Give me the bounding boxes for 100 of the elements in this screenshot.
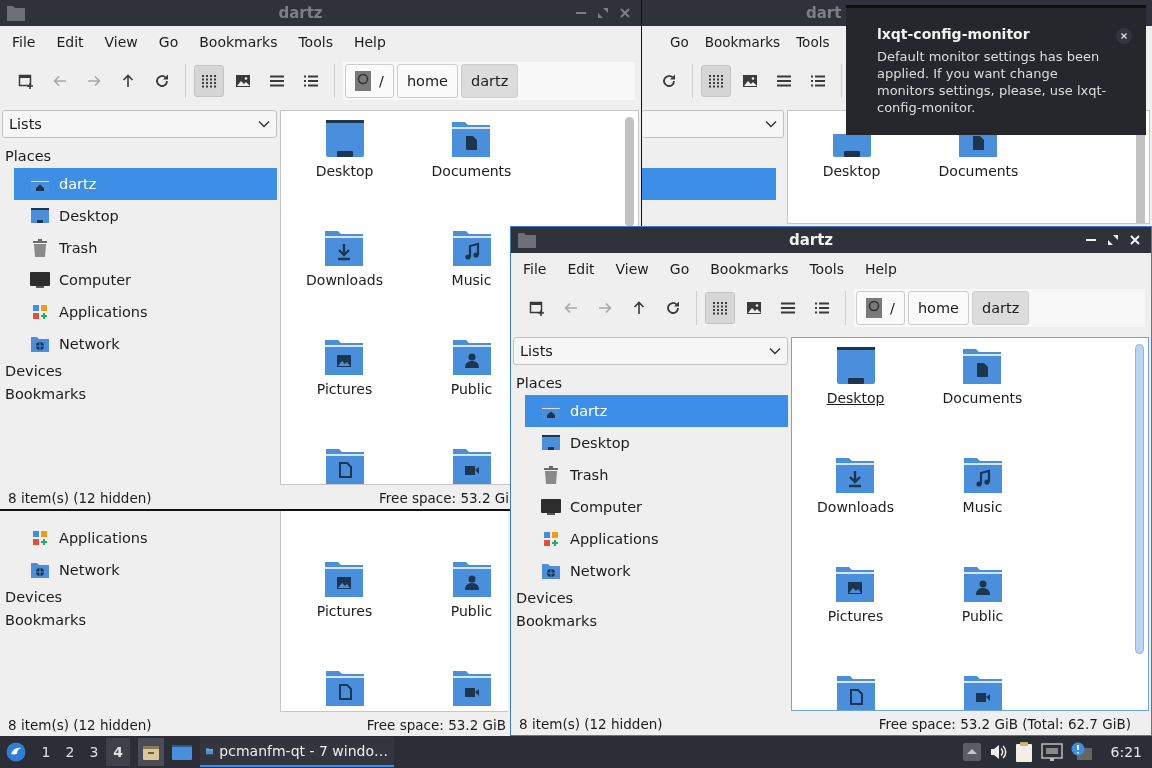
new-window-icon: [18, 73, 34, 89]
downloads-folder-icon: [835, 455, 876, 495]
forward-arrow-icon: [597, 300, 613, 316]
section-header: Bookmarks: [515, 612, 598, 631]
volume-icon[interactable]: [988, 743, 1007, 761]
folder-icon: [517, 231, 537, 249]
thumbnail-view-icon: [235, 73, 251, 89]
desktop-icon: [541, 433, 561, 453]
trash-icon: [30, 238, 50, 258]
workspace-button[interactable]: 4: [106, 738, 130, 766]
folder-item[interactable]: Documents: [942, 346, 1023, 406]
compact-view-icon: [269, 73, 285, 89]
menu-item[interactable]: Edit: [567, 261, 595, 277]
public-folder-icon: [962, 564, 1003, 604]
folder-item[interactable]: Downloads: [817, 455, 894, 515]
folder-item[interactable]: Public: [961, 564, 1004, 624]
scrollbar[interactable]: [1135, 344, 1144, 654]
folder-item[interactable]: Desktop: [826, 346, 885, 406]
sidebar-item[interactable]: Computer: [525, 491, 788, 523]
sidebar-item[interactable]: Network: [525, 555, 788, 587]
compact-view-icon: [780, 300, 796, 316]
network-icon[interactable]: [1040, 743, 1063, 761]
clipboard-icon[interactable]: [1014, 741, 1033, 763]
task-button[interactable]: pcmanfm-qt - 7 windo…: [200, 737, 394, 767]
trash-icon: [541, 465, 561, 485]
monitor-icon: [30, 270, 50, 290]
detail-view-icon: [814, 300, 830, 316]
pictures-folder-icon: [835, 564, 876, 604]
documents-folder-icon: [451, 119, 492, 159]
thumbnail-view-icon: [742, 73, 758, 89]
launcher-button[interactable]: [138, 738, 164, 766]
videos-folder-icon: [451, 668, 492, 708]
workspace-button[interactable]: 1: [34, 738, 58, 766]
videos-folder-icon: [962, 673, 1003, 710]
desktop-icon: [30, 206, 50, 226]
back-arrow-icon: [563, 300, 579, 316]
path-button[interactable]: /: [856, 291, 905, 325]
back-arrow-icon: [52, 73, 68, 89]
status-text: 8 item(s) (12 hidden): [519, 716, 663, 732]
network-folder-icon: [30, 334, 50, 354]
section-header: Devices: [4, 588, 64, 607]
caret-icon: [769, 347, 781, 355]
network-folder-icon: [30, 560, 50, 580]
info-icon[interactable]: [1070, 742, 1093, 762]
notification-title: lxqt-config-monitor: [877, 26, 1031, 42]
desktop-folder-icon: [831, 134, 872, 159]
close-icon[interactable]: [1116, 28, 1132, 44]
downloads-folder-icon: [324, 228, 365, 268]
documents-folder-icon: [962, 346, 1003, 386]
start-menu-icon[interactable]: [6, 742, 26, 762]
network-folder-icon: [541, 561, 561, 581]
app-grid-icon: [541, 529, 561, 549]
pictures-folder-icon: [324, 559, 365, 599]
menu-item[interactable]: Help: [864, 261, 897, 277]
desktop-icon[interactable]: [172, 744, 192, 760]
caret-icon: [258, 120, 270, 128]
workspace-button[interactable]: 2: [58, 738, 82, 766]
window-title: dartz: [277, 4, 324, 22]
public-folder-icon: [451, 559, 492, 599]
window-title: dartz: [787, 231, 835, 249]
path-button[interactable]: dartz: [972, 291, 1030, 325]
reload-icon: [154, 73, 170, 89]
app-grid-icon: [30, 528, 50, 548]
icon-view-icon: [201, 73, 217, 89]
sidebar-item[interactable]: Desktop: [525, 427, 788, 459]
path-button[interactable]: home: [907, 291, 969, 325]
menu-item[interactable]: Bookmarks: [710, 261, 789, 277]
cabinet-icon: [142, 743, 160, 761]
app-grid-icon: [30, 302, 50, 322]
folder-item[interactable]: Pictures: [827, 564, 884, 624]
desktop-folder-icon: [324, 119, 365, 159]
home-folder-icon: [30, 174, 50, 194]
public-folder-icon: [451, 337, 492, 377]
status-text: Free space: 53.2 GiB: [366, 717, 506, 733]
workspace-button[interactable]: 3: [82, 738, 106, 766]
reload-icon: [665, 300, 681, 316]
icon-view-icon: [708, 73, 724, 89]
menu-item[interactable]: View: [615, 261, 649, 277]
view-mode-button[interactable]: [705, 292, 735, 324]
caret-icon: [765, 120, 777, 128]
sidebar-item[interactable]: Trash: [525, 459, 788, 491]
forward-arrow-icon: [86, 73, 102, 89]
lists-dropdown[interactable]: Lists: [513, 337, 788, 365]
monitor-icon: [541, 497, 561, 517]
maximize-icon[interactable]: [1107, 234, 1119, 246]
thumbnail-view-icon: [746, 300, 762, 316]
sidebar-item[interactable]: Applications: [525, 523, 788, 555]
section-header: Bookmarks: [4, 611, 87, 630]
menu-item[interactable]: Go: [669, 261, 690, 277]
menu-item[interactable]: File: [523, 261, 547, 277]
status-text: 8 item(s) (12 hidden): [8, 490, 152, 506]
folder-item[interactable]: Music: [962, 455, 1003, 515]
menu-item[interactable]: Tools: [809, 261, 844, 277]
folder-icon: [6, 4, 26, 22]
folder-item[interactable]: [835, 673, 876, 710]
section-header: Places: [515, 374, 564, 393]
tray-expand-icon[interactable]: [962, 743, 981, 761]
folder-item[interactable]: [962, 673, 1003, 710]
detail-view-icon: [303, 73, 319, 89]
status-text: Free space: 53.2 Gi: [379, 490, 509, 506]
